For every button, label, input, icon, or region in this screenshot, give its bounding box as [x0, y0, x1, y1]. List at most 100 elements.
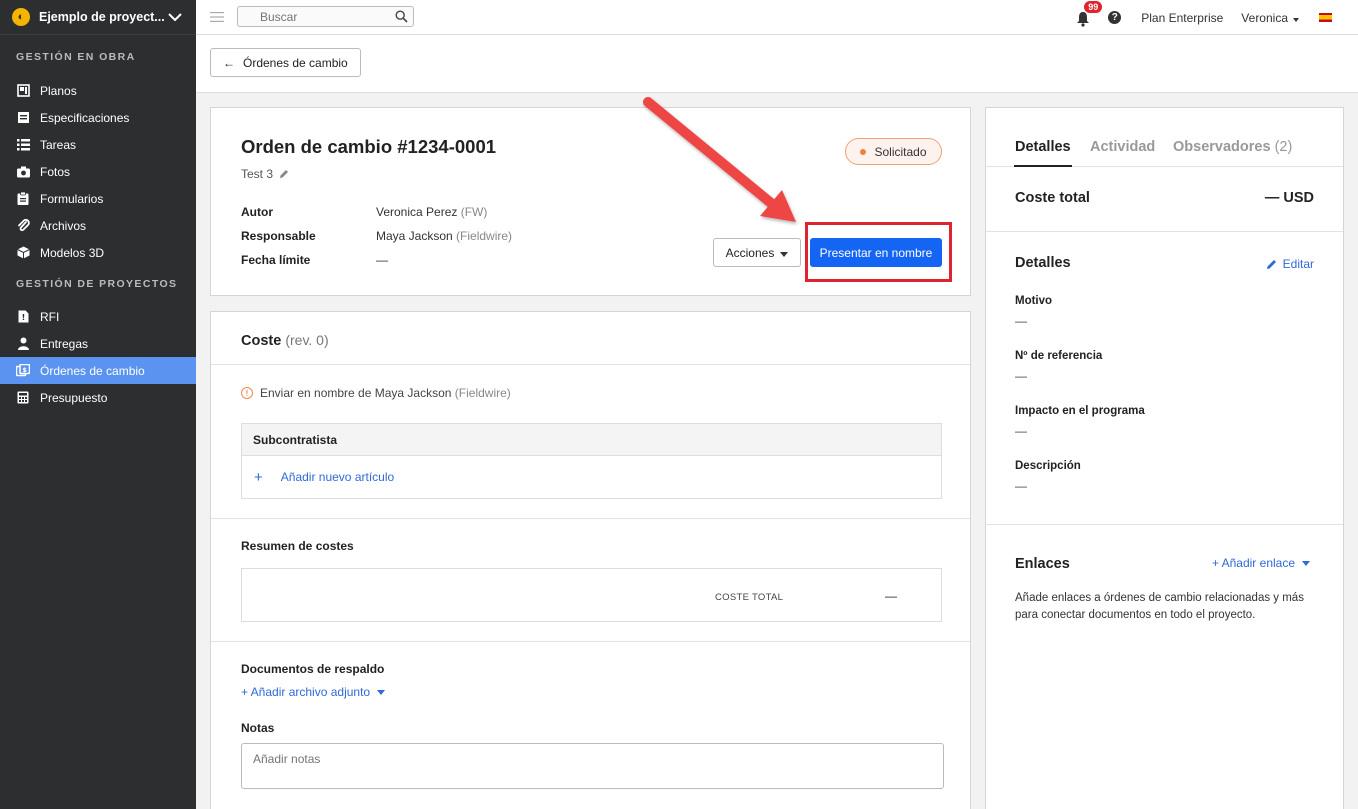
section-gestion-en-obra: GESTIÓN EN OBRA	[16, 51, 136, 63]
sidebar-item-entregas[interactable]: Entregas	[0, 330, 196, 357]
project-selector[interactable]: ◐ Ejemplo de proyect...	[0, 0, 196, 35]
notifications-badge: 99	[1083, 0, 1104, 14]
back-label: Órdenes de cambio	[243, 55, 348, 70]
search-icon[interactable]	[395, 10, 408, 23]
rfi-icon: !	[16, 310, 30, 324]
description-value: —	[1015, 479, 1027, 493]
pencil-icon[interactable]	[279, 169, 289, 179]
cost-title-text: Coste	[241, 333, 282, 349]
warning-icon: !	[241, 387, 253, 399]
sidebar-item-archivos[interactable]: Archivos	[0, 212, 196, 239]
schedule-impact-label: Impacto en el programa	[1015, 405, 1145, 417]
sidebar-item-label: Archivos	[40, 218, 87, 233]
sidebar-item-planos[interactable]: Planos	[0, 77, 196, 104]
user-menu[interactable]: Veronica	[1241, 11, 1299, 25]
cube-icon	[16, 246, 30, 260]
page-title: Orden de cambio #1234-0001	[241, 136, 497, 157]
sidebar-item-label: Entregas	[40, 336, 89, 351]
status-dot-icon	[860, 148, 867, 155]
due-date-value: —	[376, 253, 388, 267]
tasks-icon	[16, 138, 30, 152]
sidebar-item-label: Fotos	[40, 164, 71, 179]
tab-observadores[interactable]: Observadores (2)	[1173, 139, 1292, 155]
sidebar-item-especificaciones[interactable]: Especificaciones	[0, 104, 196, 131]
search-input[interactable]	[238, 7, 388, 26]
schedule-impact-value: —	[1015, 424, 1027, 438]
sidebar-item-label: Planos	[40, 83, 77, 98]
links-title: Enlaces	[1015, 556, 1070, 572]
project-title: Ejemplo de proyect...	[39, 10, 165, 24]
svg-text:$: $	[22, 366, 27, 374]
divider	[211, 364, 970, 365]
divider	[986, 231, 1343, 232]
total-cost-value: — USD	[1264, 190, 1314, 206]
notes-input[interactable]	[241, 743, 944, 789]
responsible-value: Maya Jackson (Fieldwire)	[376, 229, 512, 243]
supporting-documents-label: Documentos de respaldo	[241, 662, 385, 676]
sidebar-item-label: Tareas	[40, 137, 77, 152]
observers-count: (2)	[1274, 139, 1293, 155]
sidebar-item-fotos[interactable]: Fotos	[0, 158, 196, 185]
tab-actividad[interactable]: Actividad	[1090, 139, 1155, 155]
caret-down-icon	[377, 689, 386, 695]
sidebar-item-presupuesto[interactable]: Presupuesto	[0, 384, 196, 411]
arrow-left-icon: ←	[223, 55, 235, 70]
sidebar-item-modelos-3d[interactable]: Modelos 3D	[0, 239, 196, 266]
add-new-item-row[interactable]: + Añadir nuevo artículo	[242, 456, 941, 498]
highlight-annotation-box	[805, 222, 952, 282]
subtitle-text: Test 3	[241, 167, 274, 181]
plus-icon: +	[254, 468, 263, 486]
back-to-change-orders-button[interactable]: ← Órdenes de cambio	[210, 48, 361, 77]
description-label: Descripción	[1015, 460, 1081, 472]
author-name: Veronica Perez	[376, 205, 458, 219]
top-bar: 99 ? Plan Enterprise Veronica	[196, 0, 1358, 35]
cost-summary-label: Resumen de costes	[241, 539, 354, 553]
sidebar-item-label: Presupuesto	[40, 390, 108, 405]
divider	[211, 641, 970, 642]
chevron-down-icon[interactable]	[166, 8, 184, 26]
cost-summary-box: COSTE TOTAL —	[241, 568, 942, 622]
status-text: Solicitado	[874, 144, 927, 159]
hamburger-menu-icon[interactable]	[210, 11, 224, 23]
responsible-name: Maya Jackson	[376, 229, 453, 243]
pencil-icon	[1266, 259, 1276, 269]
notifications-button[interactable]: 99	[1076, 0, 1104, 27]
add-link-button[interactable]: + Añadir enlace	[1212, 556, 1310, 570]
clipboard-icon	[16, 192, 30, 206]
actions-label: Acciones	[725, 245, 775, 260]
sidebar-item-tareas[interactable]: Tareas	[0, 131, 196, 158]
cost-revision: (rev. 0)	[285, 332, 329, 348]
details-panel: Detalles Actividad Observadores (2) Cost…	[985, 107, 1344, 809]
project-logo-icon: ◐	[12, 8, 30, 26]
edit-details-button[interactable]: Editar	[1266, 257, 1314, 271]
edit-label: Editar	[1282, 257, 1314, 271]
caret-down-icon	[1293, 17, 1299, 22]
cost-card: Coste (rev. 0) ! Enviar en nombre de May…	[210, 311, 971, 809]
details-tabs: Detalles Actividad Observadores (2)	[986, 108, 1343, 167]
add-new-item-link[interactable]: Añadir nuevo artículo	[281, 470, 394, 484]
author-org: (FW)	[460, 205, 488, 219]
plan-label[interactable]: Plan Enterprise	[1141, 11, 1223, 25]
sidebar-item-rfi[interactable]: ! RFI	[0, 303, 196, 330]
actions-dropdown-button[interactable]: Acciones	[713, 238, 801, 267]
total-cost-label: Coste total	[1015, 190, 1090, 206]
notes-label: Notas	[241, 721, 275, 735]
subcontractor-header: Subcontratista	[242, 424, 941, 456]
camera-icon	[16, 165, 30, 179]
plans-icon	[16, 84, 30, 98]
sidebar-item-ordenes-de-cambio[interactable]: $ Órdenes de cambio	[0, 357, 196, 384]
section-gestion-de-proyectos: GESTIÓN DE PROYECTOS	[16, 278, 178, 290]
add-attachment-button[interactable]: + Añadir archivo adjunto	[241, 685, 386, 699]
sidebar-item-formularios[interactable]: Formularios	[0, 185, 196, 212]
sidebar-item-label: RFI	[40, 309, 60, 324]
sidebar: ◐ Ejemplo de proyect... GESTIÓN EN OBRA …	[0, 0, 196, 809]
sidebar-item-label: Formularios	[40, 191, 104, 206]
tab-observadores-label: Observadores	[1173, 139, 1271, 155]
warning-org: (Fieldwire)	[454, 386, 511, 400]
person-icon	[16, 337, 30, 351]
reference-number-value: —	[1015, 369, 1027, 383]
user-name: Veronica	[1241, 10, 1288, 25]
help-icon[interactable]: ?	[1108, 11, 1122, 24]
spain-flag-icon[interactable]	[1319, 13, 1332, 22]
tab-detalles[interactable]: Detalles	[1015, 139, 1071, 155]
